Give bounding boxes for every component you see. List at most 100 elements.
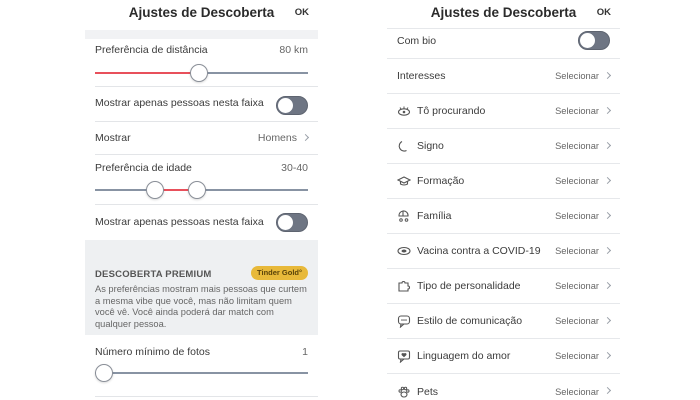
chevron-right-icon [603,211,612,219]
show-value-text: Homens [257,132,297,144]
chevron-right-icon [603,281,612,289]
select-action[interactable]: Selecionar [555,351,612,361]
filter-row-personality[interactable]: Tipo de personalidade Selecionar [387,269,620,304]
show-value: Homens [257,132,310,144]
select-text: Selecionar [555,281,599,291]
filter-label: Signo [417,140,444,152]
distance-slider-fill [95,72,200,74]
select-action[interactable]: Selecionar [555,141,612,151]
premium-description: As preferências mostram mais pessoas que… [95,284,307,329]
toggle-thumb [278,215,293,230]
age-label: Preferência de idade [95,162,192,174]
photos-value: 1 [302,346,308,358]
select-text: Selecionar [555,211,599,221]
distance-slider[interactable] [95,63,308,83]
chevron-right-icon [603,71,612,79]
divider [95,154,318,155]
show-label: Mostrar [95,132,131,144]
header: Ajustes de Descoberta OK [85,0,318,30]
filter-label: Família [417,210,452,222]
filter-label: Pets [417,385,439,398]
divider [95,121,318,122]
select-text: Selecionar [555,351,599,361]
select-text: Selecionar [555,106,599,116]
heart-message-icon [397,349,411,363]
select-action[interactable]: Selecionar [555,246,612,256]
select-action[interactable]: Selecionar [555,176,612,186]
chevron-right-icon [603,246,612,254]
distance-value: 80 km [279,44,308,56]
filter-row-family[interactable]: Família Selecionar [387,199,620,234]
age-slider-max-handle[interactable] [188,181,207,199]
ok-button[interactable]: OK [597,7,611,18]
paw-icon [397,385,411,399]
toggle-range-label-distance: Mostrar apenas pessoas nesta faixa [95,97,264,109]
filter-row-interests[interactable]: Interesses Selecionar [387,59,620,94]
chevron-right-icon [603,176,612,184]
toggle-range-label-age: Mostrar apenas pessoas nesta faixa [95,216,264,228]
filter-label: Formação [417,175,465,187]
vaccine-icon [397,244,411,258]
premium-discovery-section: DESCOBERTA PREMIUM Tinder Gold° As prefe… [85,240,318,335]
discovery-settings-panel-left: Ajustes de Descoberta OK Preferência de … [85,0,318,400]
chat-icon [397,314,411,328]
photos-label: Número mínimo de fotos [95,346,210,358]
section-gap [85,30,318,39]
moon-icon [397,139,411,153]
age-range-toggle[interactable] [276,213,308,232]
toggle-thumb [278,98,293,113]
eyes-icon [397,104,411,118]
distance-label: Preferência de distância [95,44,208,56]
select-action[interactable]: Selecionar [555,316,612,326]
photos-slider-handle[interactable] [95,364,113,382]
select-action[interactable]: Selecionar [555,211,612,221]
filter-row-love-language[interactable]: Linguagem do amor Selecionar [387,339,620,374]
filter-row-sign[interactable]: Signo Selecionar [387,129,620,164]
select-action[interactable]: Selecionar [555,386,612,397]
filter-label: Vacina contra a COVID-19 [417,245,541,257]
chevron-right-icon [603,106,612,114]
discovery-settings-panel-right: Ajustes de Descoberta OK Com bio Interes… [387,0,620,400]
select-action[interactable]: Selecionar [555,281,612,291]
filter-row-looking-for[interactable]: Tô procurando Selecionar [387,94,620,129]
graduation-cap-icon [397,174,411,188]
filter-row-pets[interactable]: Pets Selecionar [387,374,620,400]
photos-slider[interactable] [95,363,308,383]
baby-carriage-icon [397,209,411,223]
ok-button[interactable]: OK [295,7,309,18]
select-action[interactable]: Selecionar [555,106,612,116]
toggle-thumb [580,33,595,48]
filter-label: Linguagem do amor [417,350,511,362]
photos-row: Número mínimo de fotos 1 [95,346,308,358]
age-slider[interactable] [95,180,308,200]
select-action[interactable]: Selecionar [555,71,612,81]
select-text: Selecionar [555,141,599,151]
page-title: Ajustes de Descoberta [430,5,577,20]
divider [95,204,318,205]
select-text: Selecionar [555,386,599,397]
chevron-right-icon [603,351,612,359]
distance-slider-handle[interactable] [190,64,209,82]
filter-row-covid-vaccine[interactable]: Vacina contra a COVID-19 Selecionar [387,234,620,269]
chevron-right-icon [603,386,612,395]
divider [95,86,318,87]
photos-slider-track[interactable] [95,372,308,374]
chevron-right-icon [603,141,612,149]
puzzle-icon [397,279,411,293]
chevron-right-icon [301,133,310,142]
show-row[interactable]: Mostrar Homens [95,132,310,144]
age-value: 30-40 [281,162,308,174]
filter-label: Tô procurando [417,105,486,117]
filter-row-education[interactable]: Formação Selecionar [387,164,620,199]
age-row: Preferência de idade 30-40 [95,162,308,174]
age-slider-min-handle[interactable] [145,181,164,199]
bio-toggle[interactable] [578,31,610,50]
distance-row: Preferência de distância 80 km [95,44,308,56]
filter-label: Interesses [397,70,446,82]
filter-row-communication[interactable]: Estilo de comunicação Selecionar [387,304,620,339]
filter-label: Estilo de comunicação [417,315,523,327]
distance-range-toggle[interactable] [276,96,308,115]
chevron-right-icon [603,316,612,324]
divider [95,396,318,397]
filter-label: Tipo de personalidade [417,280,521,292]
